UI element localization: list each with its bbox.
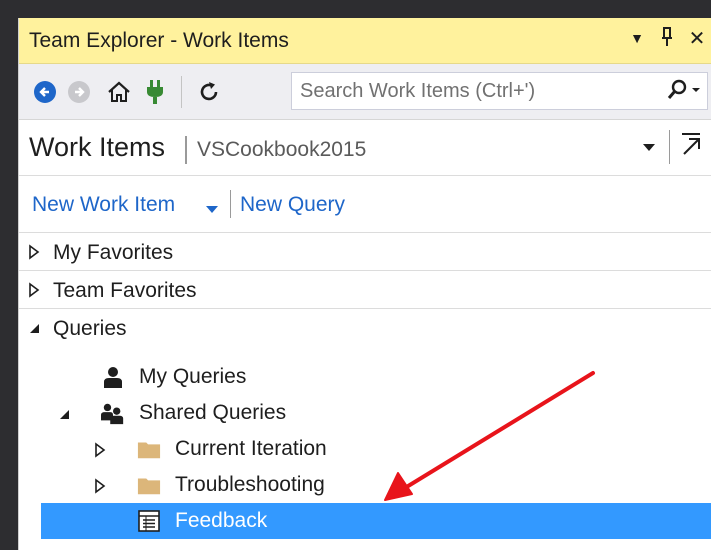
user-icon xyxy=(104,367,122,388)
expand-arrow-icon xyxy=(95,442,106,458)
actions-bar: New Work Item New Query xyxy=(19,176,711,233)
window-position-dropdown-icon[interactable]: ▼ xyxy=(628,26,646,54)
section-label: My Favorites xyxy=(53,241,174,264)
project-name: VSCookbook2015 xyxy=(197,138,367,161)
tree-item-my-queries[interactable]: My Queries xyxy=(19,359,711,395)
forward-arrow-icon xyxy=(68,81,90,103)
back-arrow-icon xyxy=(34,81,56,103)
page-menu-dropdown-icon[interactable] xyxy=(642,136,656,157)
panel-title: Team Explorer - Work Items xyxy=(29,29,289,52)
page-title: Work Items xyxy=(29,132,166,162)
new-work-item-link[interactable]: New Work Item xyxy=(32,193,175,217)
forward-button[interactable] xyxy=(65,78,93,106)
window-frame-left xyxy=(0,0,18,550)
plug-icon xyxy=(147,80,163,104)
title-bar: Team Explorer - Work Items ▼ ✕ xyxy=(19,18,711,64)
folder-icon xyxy=(137,442,161,459)
title-bar-buttons: ▼ ✕ xyxy=(628,26,706,54)
popout-arrow-icon xyxy=(682,133,700,155)
back-button[interactable] xyxy=(31,78,59,106)
folder-icon xyxy=(137,478,161,495)
search-input[interactable] xyxy=(300,73,640,109)
tree-item-label: Current Iteration xyxy=(175,437,327,460)
new-work-item-dropdown-icon[interactable] xyxy=(205,201,219,219)
tree-item-label: Troubleshooting xyxy=(175,473,325,496)
group-icon xyxy=(101,403,124,425)
pin-icon[interactable] xyxy=(658,26,676,54)
tree-item-current-iteration[interactable]: Current Iteration xyxy=(19,431,711,467)
refresh-button[interactable] xyxy=(195,78,223,106)
tree-item-label: Shared Queries xyxy=(139,401,287,424)
team-explorer-panel: Team Explorer - Work Items ▼ ✕ Search Wo… xyxy=(18,18,711,550)
collapse-arrow-icon xyxy=(60,410,69,419)
home-button[interactable] xyxy=(105,78,133,106)
section-team-favorites[interactable]: Team Favorites xyxy=(19,271,711,309)
section-label: Team Favorites xyxy=(53,279,197,302)
toolbar xyxy=(19,64,711,120)
tree-item-troubleshooting[interactable]: Troubleshooting xyxy=(19,467,711,503)
actions-separator xyxy=(230,190,231,218)
tree-item-label: My Queries xyxy=(139,365,247,388)
collapse-arrow-icon xyxy=(30,324,39,333)
home-icon xyxy=(108,81,130,102)
undock-page-button[interactable] xyxy=(678,130,704,158)
header-vertical-separator xyxy=(669,130,670,164)
window-frame-top xyxy=(0,0,711,18)
expand-arrow-icon xyxy=(29,282,40,298)
query-list-icon xyxy=(138,510,160,532)
tree-item-shared-queries[interactable]: Shared Queries xyxy=(19,395,711,431)
page-header: Work Items VSCookbook2015 xyxy=(19,120,711,176)
expand-arrow-icon xyxy=(95,478,106,494)
refresh-icon xyxy=(200,82,218,101)
close-icon[interactable]: ✕ xyxy=(688,26,706,54)
expand-arrow-icon xyxy=(29,244,40,260)
new-query-link[interactable]: New Query xyxy=(240,193,345,217)
search-box xyxy=(291,72,708,110)
section-label: Queries xyxy=(53,317,127,340)
search-icon[interactable] xyxy=(665,78,701,108)
tree-item-label: Feedback xyxy=(175,509,268,532)
header-separator xyxy=(185,136,187,164)
section-my-favorites[interactable]: My Favorites xyxy=(19,233,711,271)
section-queries[interactable]: Queries xyxy=(19,309,711,347)
tree-item-feedback[interactable]: Feedback xyxy=(41,503,711,539)
toolbar-separator xyxy=(181,76,182,108)
connect-button[interactable] xyxy=(141,78,169,106)
